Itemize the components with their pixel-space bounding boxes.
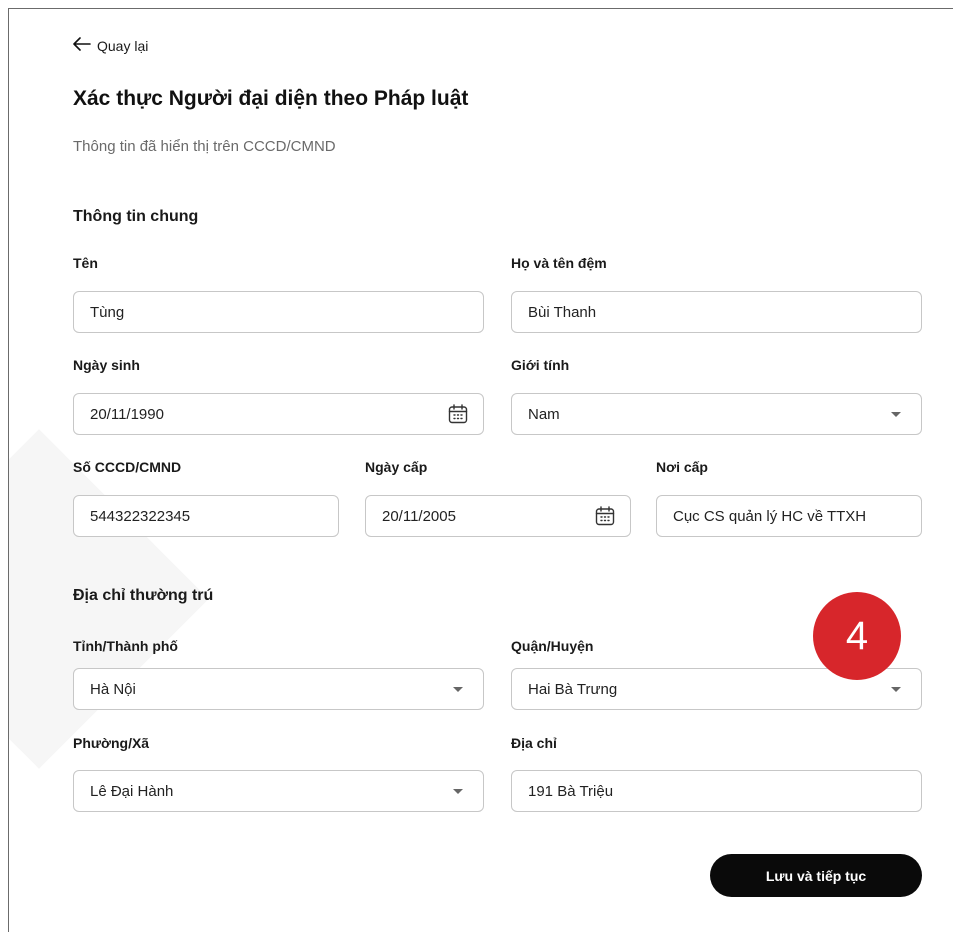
chevron-down-icon — [453, 686, 463, 692]
dob-value: 20/11/1990 — [90, 405, 164, 423]
last-name-label: Họ và tên đệm — [511, 255, 607, 271]
district-label: Quận/Huyện — [511, 638, 594, 654]
issue-date-value: 20/11/2005 — [382, 507, 456, 525]
issue-place-field[interactable]: Cục CS quản lý HC về TTXH — [656, 495, 922, 537]
chevron-down-icon — [891, 686, 901, 692]
form-content: Quay lại Xác thực Người đại diện theo Ph… — [9, 9, 953, 932]
province-label: Tỉnh/Thành phố — [73, 638, 178, 654]
arrow-left-icon — [73, 37, 91, 54]
province-value: Hà Nội — [90, 680, 136, 698]
calendar-icon[interactable] — [594, 505, 616, 527]
page-subtitle: Thông tin đã hiển thị trên CCCD/CMND — [73, 138, 336, 155]
ward-label: Phường/Xã — [73, 735, 150, 751]
gender-value: Nam — [528, 405, 560, 423]
first-name-field[interactable]: Tùng — [73, 291, 484, 333]
calendar-icon[interactable] — [447, 403, 469, 425]
issue-date-label: Ngày cấp — [365, 459, 428, 475]
back-link[interactable]: Quay lại — [73, 37, 148, 54]
issue-place-value: Cục CS quản lý HC về TTXH — [673, 507, 867, 525]
dob-date-field[interactable]: 20/11/1990 — [73, 393, 484, 435]
district-value: Hai Bà Trưng — [528, 680, 618, 698]
dob-label: Ngày sinh — [73, 357, 140, 373]
chevron-down-icon — [891, 411, 901, 417]
last-name-value: Bùi Thanh — [528, 303, 597, 321]
gender-select[interactable]: Nam — [511, 393, 922, 435]
section-title-address: Địa chỉ thường trú — [73, 587, 214, 604]
step-number-badge: 4 — [813, 592, 901, 680]
issue-place-label: Nơi cấp — [656, 459, 708, 475]
chevron-down-icon — [453, 788, 463, 794]
id-number-field[interactable]: 544322322345 — [73, 495, 339, 537]
first-name-value: Tùng — [90, 303, 125, 321]
page-frame: Quay lại Xác thực Người đại diện theo Ph… — [8, 8, 953, 932]
section-title-general: Thông tin chung — [73, 208, 199, 225]
gender-label: Giới tính — [511, 357, 570, 373]
page-title: Xác thực Người đại diện theo Pháp luật — [73, 87, 469, 110]
id-number-value: 544322322345 — [90, 507, 191, 525]
street-address-field[interactable]: 191 Bà Triệu — [511, 770, 922, 812]
save-continue-button[interactable]: Lưu và tiếp tục — [710, 854, 922, 897]
street-value: 191 Bà Triệu — [528, 782, 614, 800]
ward-select[interactable]: Lê Đại Hành — [73, 770, 484, 812]
first-name-label: Tên — [73, 255, 98, 271]
ward-value: Lê Đại Hành — [90, 782, 174, 800]
issue-date-field[interactable]: 20/11/2005 — [365, 495, 631, 537]
id-number-label: Số CCCD/CMND — [73, 459, 182, 475]
province-select[interactable]: Hà Nội — [73, 668, 484, 710]
street-label: Địa chỉ — [511, 735, 557, 751]
last-name-field[interactable]: Bùi Thanh — [511, 291, 922, 333]
back-label: Quay lại — [97, 37, 149, 54]
